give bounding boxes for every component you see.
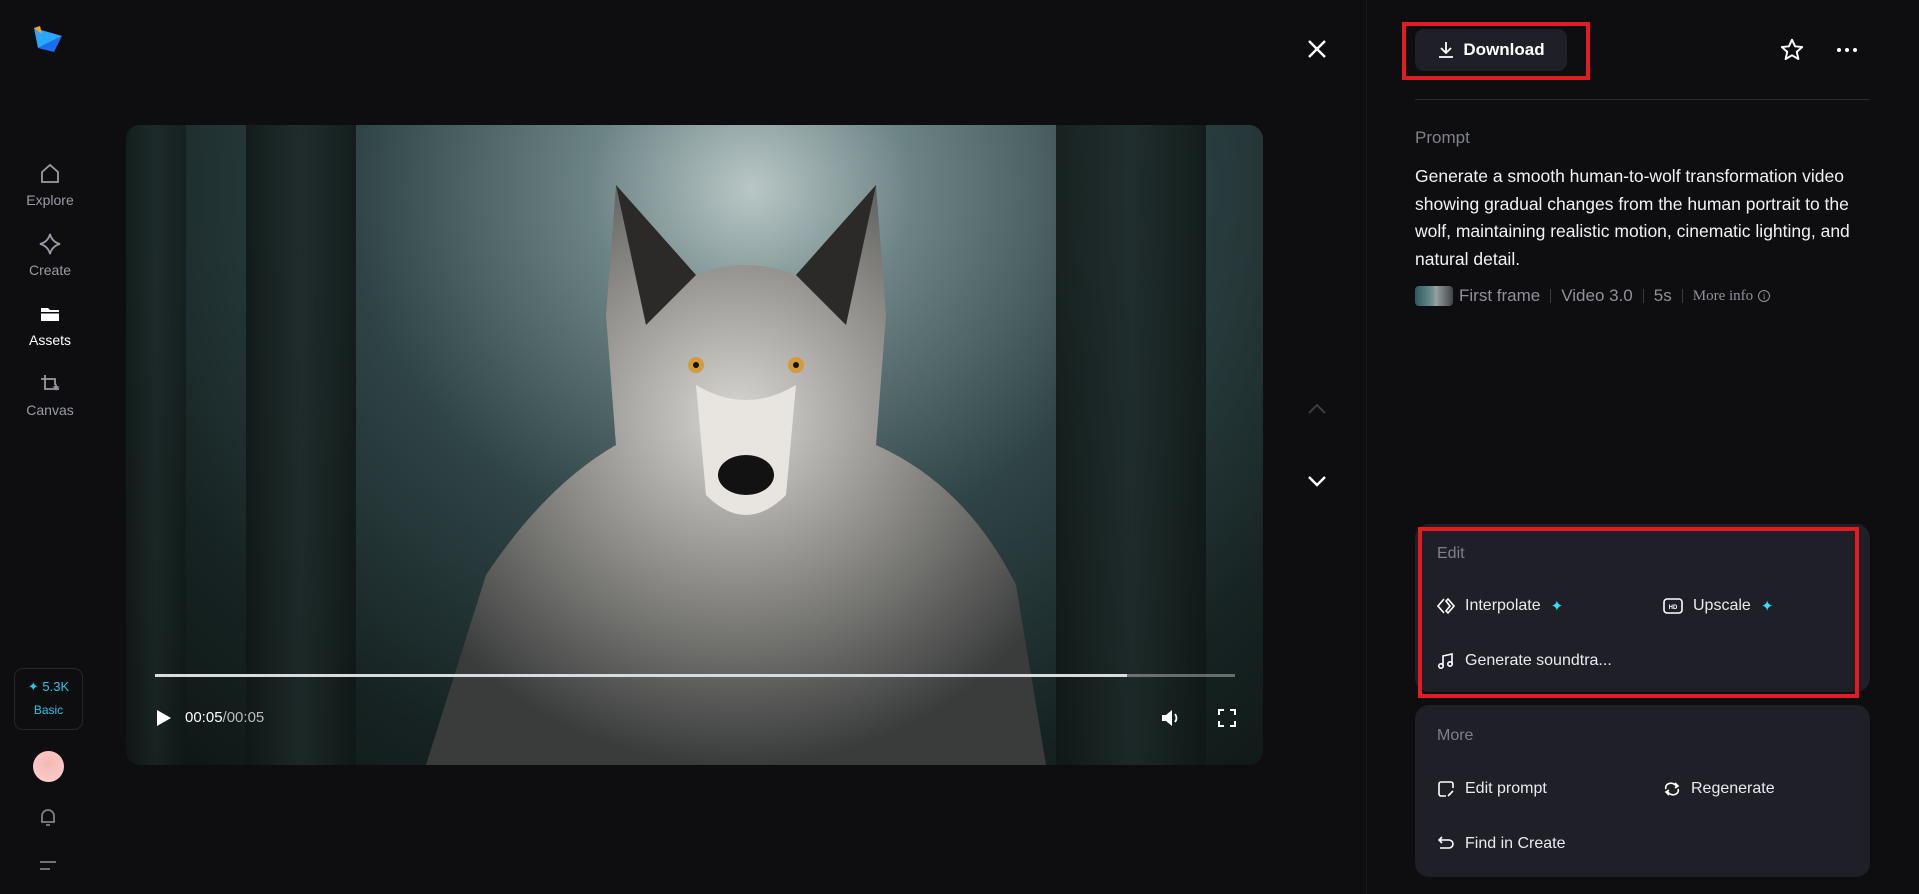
logo-icon bbox=[34, 26, 62, 52]
bell-icon[interactable] bbox=[36, 805, 60, 829]
sidebar-item-label: Assets bbox=[28, 332, 71, 348]
edit-prompt-button[interactable]: Edit prompt bbox=[1437, 780, 1547, 798]
logo[interactable] bbox=[32, 26, 64, 59]
close-icon[interactable] bbox=[1306, 38, 1328, 60]
sidebar-item-label: Explore bbox=[26, 192, 74, 208]
find-in-create-button[interactable]: Find in Create bbox=[1437, 835, 1566, 853]
highlight-box bbox=[1402, 22, 1590, 80]
plan-label: Basic bbox=[33, 703, 64, 717]
time-display: 00:05/00:05 bbox=[185, 709, 264, 726]
prompt-text: Generate a smooth human-to-wolf transfor… bbox=[1415, 166, 1850, 269]
separator bbox=[1681, 289, 1683, 303]
more-info-label: More info bbox=[1692, 287, 1754, 304]
crop-icon bbox=[41, 375, 60, 391]
sparkle-icon: ✦ bbox=[27, 679, 39, 694]
more-title: More bbox=[1437, 727, 1474, 744]
fullscreen-icon[interactable] bbox=[1218, 709, 1236, 727]
more-options-icon[interactable] bbox=[1836, 44, 1858, 56]
video-player[interactable]: 00:05/00:05 bbox=[126, 125, 1263, 765]
credits-badge[interactable]: ✦ 5.3K Basic bbox=[14, 668, 83, 730]
highlight-box bbox=[1418, 527, 1859, 698]
header-divider bbox=[1415, 99, 1870, 100]
chevron-up-icon[interactable] bbox=[1306, 402, 1328, 416]
panel-divider bbox=[1366, 0, 1367, 894]
sidebar-item-explore[interactable]: Explore bbox=[0, 162, 100, 208]
find-in-create-label: Find in Create bbox=[1465, 835, 1566, 852]
diamond-icon bbox=[39, 233, 61, 255]
separator bbox=[1642, 289, 1644, 303]
duration-label: 5s bbox=[1653, 286, 1672, 305]
folder-icon bbox=[41, 308, 59, 321]
chevron-down-icon[interactable] bbox=[1306, 474, 1328, 488]
duration: 00:05 bbox=[226, 709, 265, 726]
progress-bar[interactable] bbox=[155, 674, 1235, 677]
current-time: 00:05 bbox=[185, 709, 223, 726]
sidebar-item-label: Create bbox=[28, 262, 72, 278]
play-icon[interactable] bbox=[156, 709, 172, 727]
regenerate-button[interactable]: Regenerate bbox=[1663, 780, 1775, 798]
info-icon: i bbox=[1758, 290, 1771, 302]
regenerate-icon bbox=[1664, 782, 1680, 796]
prompt-meta: First frame Video 3.0 5s More info i bbox=[1415, 286, 1771, 306]
more-info-link[interactable]: More info i bbox=[1692, 287, 1771, 305]
more-card: More Edit prompt Regenerate Find in Crea… bbox=[1415, 705, 1870, 877]
return-icon bbox=[1437, 836, 1454, 849]
sidebar-item-label: Canvas bbox=[26, 402, 74, 418]
regenerate-label: Regenerate bbox=[1691, 780, 1775, 797]
star-icon[interactable] bbox=[1779, 37, 1805, 63]
sidebar-item-create[interactable]: Create bbox=[0, 232, 100, 278]
sidebar-item-assets[interactable]: Assets bbox=[0, 302, 100, 348]
model-label: Video 3.0 bbox=[1561, 286, 1633, 305]
volume-icon[interactable] bbox=[1160, 708, 1182, 728]
separator bbox=[1550, 289, 1552, 303]
first-frame-label: First frame bbox=[1459, 286, 1541, 305]
sidebar-item-canvas[interactable]: Canvas bbox=[0, 372, 100, 418]
credits-amount: 5.3K bbox=[42, 679, 70, 694]
first-frame-thumbnail[interactable] bbox=[1415, 286, 1453, 306]
edit-icon bbox=[1438, 781, 1454, 797]
edit-prompt-label: Edit prompt bbox=[1465, 780, 1547, 797]
progress-fill bbox=[155, 674, 1127, 677]
home-icon bbox=[41, 163, 59, 183]
avatar[interactable] bbox=[33, 751, 64, 782]
prompt-label: Prompt bbox=[1415, 128, 1470, 147]
menu-icon[interactable] bbox=[36, 856, 60, 876]
